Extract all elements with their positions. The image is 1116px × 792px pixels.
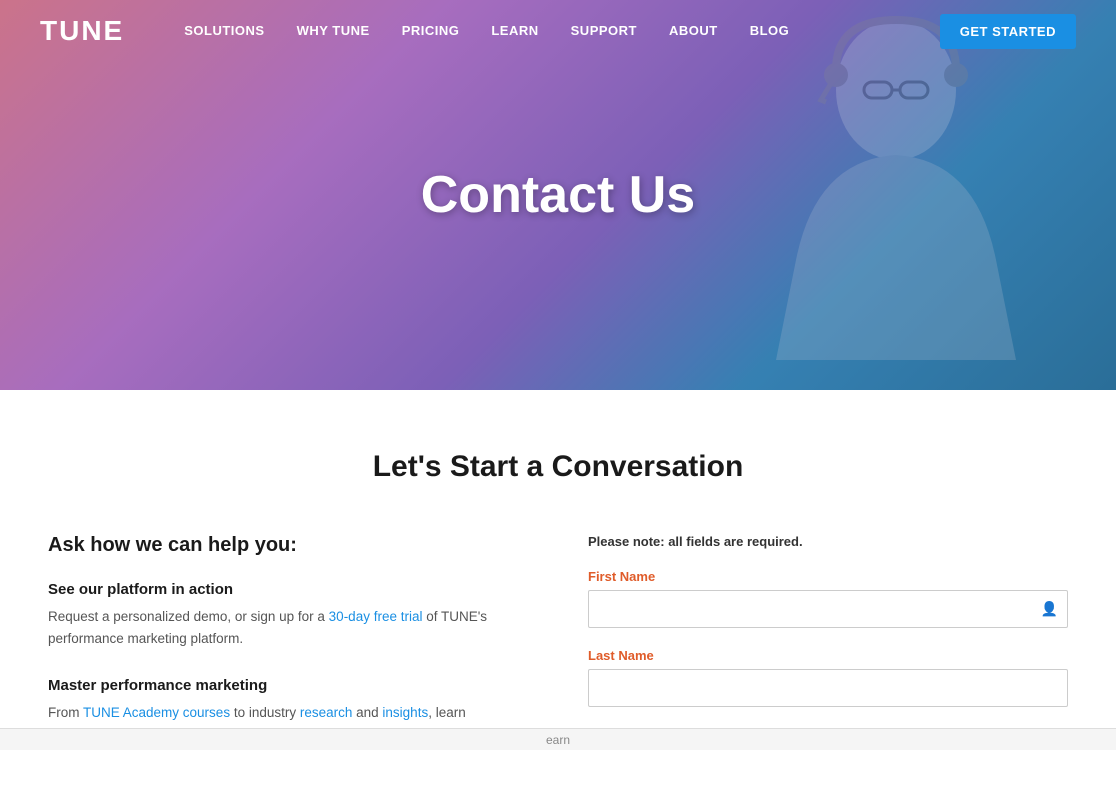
nav-why-tune[interactable]: WHY TUNE (297, 23, 370, 38)
last-name-input[interactable] (588, 669, 1068, 707)
hero-title: Contact Us (421, 165, 695, 225)
first-name-group: First Name 👤 (588, 569, 1068, 628)
left-subtitle: Ask how we can help you: (48, 534, 528, 557)
research-link[interactable]: research (300, 705, 353, 720)
first-name-label: First Name (588, 569, 1068, 584)
logo[interactable]: TUNE (40, 15, 124, 47)
last-name-group: Last Name (588, 648, 1068, 707)
input-icon: 👤 (1041, 601, 1058, 618)
left-item-platform: See our platform in action Request a per… (48, 581, 528, 649)
marketing-title: Master performance marketing (48, 677, 528, 694)
get-started-button[interactable]: GET STARTED (940, 14, 1076, 49)
academy-courses-link[interactable]: TUNE Academy courses (83, 705, 230, 720)
free-trial-link[interactable]: 30-day free trial (329, 609, 423, 624)
hero-content: Contact Us (421, 165, 695, 225)
section-heading: Let's Start a Conversation (48, 450, 1068, 484)
nav-pricing[interactable]: PRICING (402, 23, 460, 38)
left-item-marketing: Master performance marketing From TUNE A… (48, 677, 528, 724)
nav-links: SOLUTIONS WHY TUNE PRICING LEARN SUPPORT… (184, 22, 940, 40)
last-name-input-wrapper (588, 669, 1068, 707)
last-name-label: Last Name (588, 648, 1068, 663)
required-note: Please note: all fields are required. (588, 534, 1068, 549)
nav-about[interactable]: ABOUT (669, 23, 718, 38)
nav-support[interactable]: SUPPORT (571, 23, 637, 38)
marketing-description: From TUNE Academy courses to industry re… (48, 702, 528, 724)
navbar: TUNE SOLUTIONS WHY TUNE PRICING LEARN SU… (0, 0, 1116, 62)
left-column: Ask how we can help you: See our platfor… (48, 534, 528, 752)
bottom-bar: earn (0, 728, 1116, 750)
first-name-input[interactable] (588, 590, 1068, 628)
bottom-learn-text: earn (546, 733, 570, 747)
platform-title: See our platform in action (48, 581, 528, 598)
insights-link[interactable]: insights (382, 705, 428, 720)
nav-solutions[interactable]: SOLUTIONS (184, 23, 264, 38)
platform-description: Request a personalized demo, or sign up … (48, 606, 528, 649)
first-name-input-wrapper: 👤 (588, 590, 1068, 628)
nav-blog[interactable]: BLOG (750, 23, 790, 38)
contact-form: Please note: all fields are required. Fi… (588, 534, 1068, 727)
nav-learn[interactable]: LEARN (491, 23, 538, 38)
content-grid: Ask how we can help you: See our platfor… (48, 534, 1068, 752)
